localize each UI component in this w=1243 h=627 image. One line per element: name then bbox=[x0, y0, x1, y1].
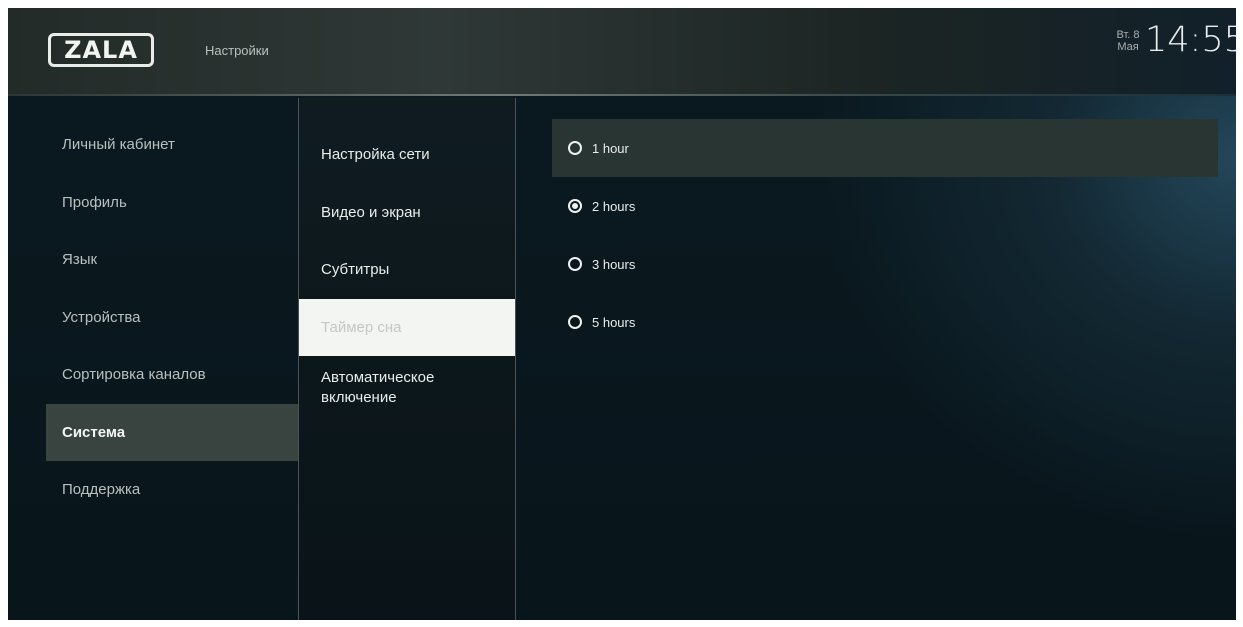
settings-menu: Личный кабинет Профиль Язык Устройства С… bbox=[46, 116, 298, 519]
top-bar: ZALA Настройки Вт. 8 Мая 14:55 bbox=[8, 8, 1236, 94]
option-5-hours[interactable]: 5 hours bbox=[552, 293, 1218, 351]
menu-item-account[interactable]: Личный кабинет bbox=[46, 116, 298, 174]
menu-item-profile[interactable]: Профиль bbox=[46, 174, 298, 232]
option-3-hours[interactable]: 3 hours bbox=[552, 235, 1218, 293]
submenu-item-label: Настройка сети bbox=[321, 146, 430, 164]
radio-checked-icon bbox=[568, 199, 582, 213]
menu-item-channel-sorting[interactable]: Сортировка каналов bbox=[46, 346, 298, 404]
date-display: Вт. 8 Мая bbox=[1114, 29, 1142, 53]
menu-item-support[interactable]: Поддержка bbox=[46, 461, 298, 519]
page-title: Настройки bbox=[205, 43, 269, 58]
submenu-item-auto-power-on[interactable]: Автоматическое включение bbox=[299, 356, 515, 436]
menu-item-label: Поддержка bbox=[62, 481, 141, 499]
submenu-item-label: Таймер сна bbox=[321, 318, 402, 336]
submenu-item-label: Субтитры bbox=[321, 261, 390, 279]
zala-logo: ZALA bbox=[48, 33, 154, 67]
radio-icon bbox=[568, 315, 582, 329]
option-label: 1 hour bbox=[592, 140, 629, 156]
menu-item-label: Язык bbox=[62, 251, 98, 269]
menu-item-label: Личный кабинет bbox=[62, 136, 175, 154]
menu-item-system[interactable]: Система bbox=[46, 403, 298, 461]
date-day: Вт. 8 bbox=[1116, 29, 1140, 41]
system-submenu: Настройка сети Видео и экран Субтитры Та… bbox=[298, 98, 516, 620]
menu-item-language[interactable]: Язык bbox=[46, 231, 298, 289]
menu-item-label: Устройства bbox=[62, 308, 141, 326]
submenu-item-subtitles[interactable]: Субтитры bbox=[299, 241, 515, 299]
date-month: Мая bbox=[1117, 41, 1139, 53]
radio-icon bbox=[568, 257, 582, 271]
menu-item-label: Сортировка каналов bbox=[62, 366, 206, 384]
option-1-hour[interactable]: 1 hour bbox=[552, 119, 1218, 177]
submenu-item-video[interactable]: Видео и экран bbox=[299, 184, 515, 242]
clock: 14:55 bbox=[1145, 20, 1236, 60]
submenu-item-label: Автоматическое включение bbox=[321, 369, 435, 406]
submenu-item-sleep-timer[interactable]: Таймер сна bbox=[299, 298, 515, 356]
submenu-item-network[interactable]: Настройка сети bbox=[299, 126, 515, 184]
menu-item-label: Система bbox=[62, 423, 126, 441]
option-label: 3 hours bbox=[592, 256, 636, 272]
tv-screen: ZALA Настройки Вт. 8 Мая 14:55 Личный ка… bbox=[8, 8, 1236, 620]
menu-item-label: Профиль bbox=[62, 193, 127, 211]
submenu-item-label: Видео и экран bbox=[321, 203, 421, 221]
radio-icon bbox=[568, 141, 582, 155]
sleep-timer-options: 1 hour 2 hours 3 hours 5 hours bbox=[552, 119, 1218, 351]
header-divider bbox=[8, 94, 1236, 96]
option-label: 5 hours bbox=[592, 314, 636, 330]
menu-item-devices[interactable]: Устройства bbox=[46, 289, 298, 347]
option-2-hours[interactable]: 2 hours bbox=[552, 177, 1218, 235]
option-label: 2 hours bbox=[592, 198, 636, 214]
